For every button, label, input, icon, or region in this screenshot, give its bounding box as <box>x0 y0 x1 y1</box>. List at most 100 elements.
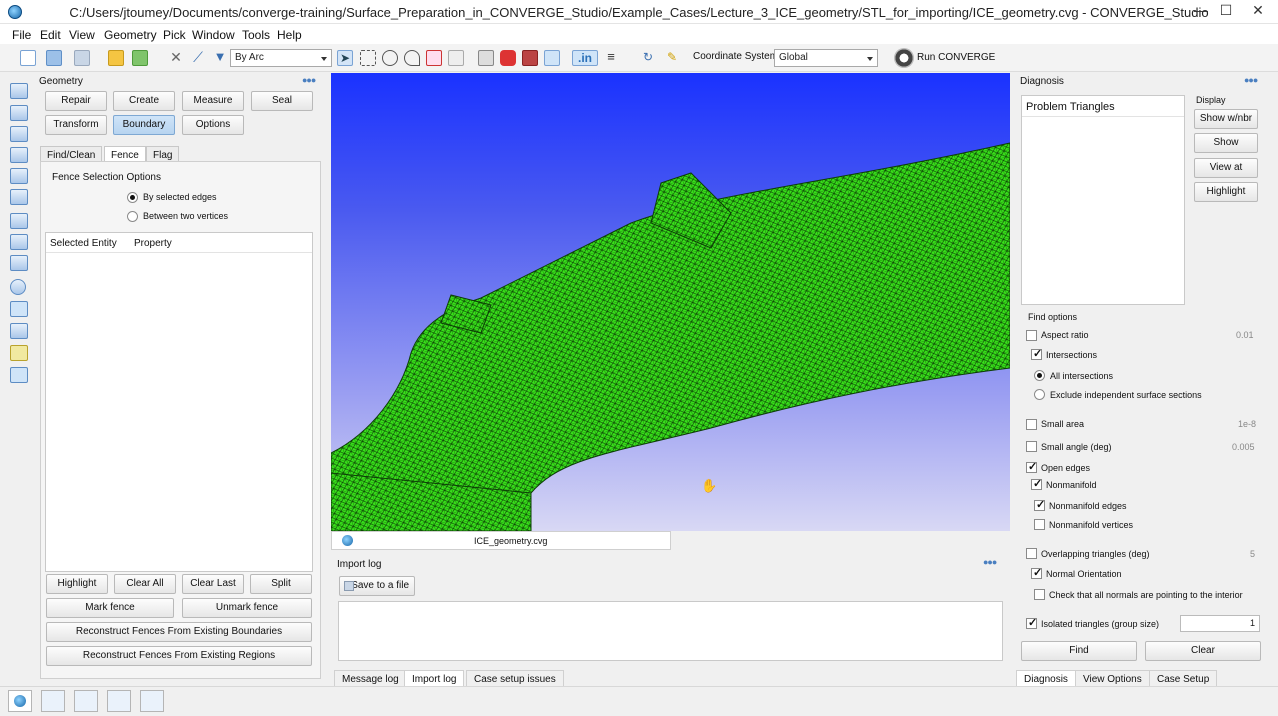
overlapping-checkbox[interactable] <box>1026 548 1037 559</box>
save-icon[interactable] <box>74 50 90 66</box>
create-button[interactable]: Create <box>113 91 175 111</box>
display-highlight-button[interactable]: Highlight <box>1194 182 1258 202</box>
import-icon[interactable] <box>108 50 124 66</box>
new-file-icon[interactable] <box>20 50 36 66</box>
column-selected-entity[interactable]: Selected Entity <box>50 238 117 249</box>
clear-all-button[interactable]: Clear All <box>114 574 176 594</box>
3d-viewport[interactable]: ✋ <box>331 73 1010 531</box>
dock-grid-icon[interactable] <box>74 690 98 712</box>
dock-plot-icon[interactable] <box>107 690 131 712</box>
view-iso2-icon[interactable] <box>10 234 28 250</box>
nonmanifold-checkbox[interactable] <box>1031 477 1042 490</box>
reconstruct-regions-button[interactable]: Reconstruct Fences From Existing Regions <box>46 646 312 666</box>
small-area-checkbox[interactable] <box>1026 419 1037 430</box>
list-icon[interactable]: ≡ <box>603 50 619 66</box>
menu-help[interactable]: Help <box>277 26 302 42</box>
log-float-icon[interactable]: ●●● <box>983 557 997 567</box>
import-log-text[interactable] <box>338 601 1003 661</box>
lasso-select-icon[interactable] <box>404 50 420 66</box>
pencil-icon[interactable]: ✎ <box>664 50 680 66</box>
maximize-button[interactable]: ☐ <box>1213 0 1239 22</box>
nonmanifold-edges-checkbox[interactable] <box>1034 498 1045 511</box>
view-back-icon[interactable] <box>10 105 28 121</box>
circle-select-icon[interactable] <box>382 50 398 66</box>
view-right-icon[interactable] <box>10 189 28 205</box>
isolated-checkbox[interactable] <box>1026 616 1037 629</box>
select-arrow-icon[interactable]: ➤ <box>337 50 353 66</box>
minimize-button[interactable]: — <box>1188 0 1214 22</box>
open-edges-checkbox[interactable] <box>1026 460 1037 473</box>
selected-entity-table[interactable]: Selected Entity Property <box>45 232 313 572</box>
menu-edit[interactable]: Edit <box>40 26 61 42</box>
clear-last-button[interactable]: Clear Last <box>182 574 244 594</box>
transform-button[interactable]: Transform <box>45 115 107 135</box>
aspect-ratio-value[interactable]: 0.01 <box>1236 330 1254 340</box>
column-property[interactable]: Property <box>134 238 172 249</box>
exclude-sections-radio[interactable] <box>1034 389 1045 400</box>
close-button[interactable]: ✕ <box>1245 0 1271 22</box>
clear-button[interactable]: Clear <box>1145 641 1261 661</box>
aspect-ratio-checkbox[interactable] <box>1026 330 1037 341</box>
menu-view[interactable]: View <box>69 26 95 42</box>
input-file-icon[interactable]: .in <box>572 50 598 66</box>
tracker-icon[interactable] <box>544 50 560 66</box>
small-area-value[interactable]: 1e-8 <box>1238 419 1256 429</box>
repair-button[interactable]: Repair <box>45 91 107 111</box>
measure-button[interactable]: Measure <box>182 91 244 111</box>
view-iso1-icon[interactable] <box>10 213 28 229</box>
normal-orientation-checkbox[interactable] <box>1031 566 1042 579</box>
dock-mesh-icon[interactable] <box>41 690 65 712</box>
dock-user-icon[interactable] <box>140 690 164 712</box>
menu-tools[interactable]: Tools <box>242 26 270 42</box>
view-top-icon[interactable] <box>10 126 28 142</box>
view-at-button[interactable]: View at <box>1194 158 1258 178</box>
between-vertices-radio[interactable] <box>127 211 138 222</box>
mark-fence-button[interactable]: Mark fence <box>46 598 174 618</box>
lock-icon[interactable] <box>448 50 464 66</box>
by-selected-edges-radio[interactable] <box>127 192 138 203</box>
menu-pick[interactable]: Pick <box>163 26 186 42</box>
diagnosis-float-icon[interactable]: ●●● <box>1244 75 1258 85</box>
filter-icon[interactable]: ▼ <box>212 50 228 66</box>
boundary-button[interactable]: Boundary <box>113 115 175 135</box>
delete-icon[interactable]: ✕ <box>168 50 184 66</box>
open-folder-icon[interactable] <box>46 50 62 66</box>
split-button[interactable]: Split <box>250 574 312 594</box>
coordinate-system-select[interactable]: Global <box>774 49 878 67</box>
pick-line-icon[interactable]: ⟋ <box>190 50 206 66</box>
light-icon[interactable] <box>10 345 28 361</box>
box-select-icon[interactable] <box>360 50 376 66</box>
isolated-group-size-input[interactable]: 1 <box>1180 615 1260 632</box>
show-button[interactable]: Show <box>1194 133 1258 153</box>
export-icon[interactable] <box>132 50 148 66</box>
panel-float-icon[interactable]: ●●● <box>302 75 316 85</box>
reconstruct-boundaries-button[interactable]: Reconstruct Fences From Existing Boundar… <box>46 622 312 642</box>
grid-select-icon[interactable] <box>426 50 442 66</box>
measure-icon[interactable] <box>522 50 538 66</box>
menu-geometry[interactable]: Geometry <box>104 26 157 42</box>
run-converge-icon[interactable] <box>894 48 914 68</box>
view-front-icon[interactable] <box>10 83 28 99</box>
unmark-fence-button[interactable]: Unmark fence <box>182 598 312 618</box>
menu-file[interactable]: File <box>12 26 31 42</box>
show-with-neighbors-button[interactable]: Show w/nbr <box>1194 109 1258 129</box>
check-normals-checkbox[interactable] <box>1034 589 1045 600</box>
view-iso3-icon[interactable] <box>10 255 28 271</box>
highlight-button[interactable]: Highlight <box>46 574 108 594</box>
save-to-file-button[interactable]: Save to a file <box>339 576 415 596</box>
all-intersections-radio[interactable] <box>1034 370 1045 381</box>
dock-home-icon[interactable] <box>8 690 32 712</box>
options-button[interactable]: Options <box>182 115 244 135</box>
axis-icon[interactable] <box>10 367 28 383</box>
arrange-icon[interactable] <box>478 50 494 66</box>
overlapping-value[interactable]: 5 <box>1250 549 1255 559</box>
intersections-checkbox[interactable] <box>1031 347 1042 360</box>
info-icon[interactable] <box>10 279 26 295</box>
refresh-icon[interactable]: ↻ <box>640 50 656 66</box>
plugin-icon[interactable] <box>500 50 516 66</box>
pick-tool-icon[interactable] <box>10 301 28 317</box>
menu-window[interactable]: Window <box>192 26 235 42</box>
viewport-file-tab[interactable]: ICE_geometry.cvg <box>331 531 671 550</box>
run-converge-button[interactable]: Run CONVERGE <box>917 52 995 63</box>
seal-button[interactable]: Seal <box>251 91 313 111</box>
